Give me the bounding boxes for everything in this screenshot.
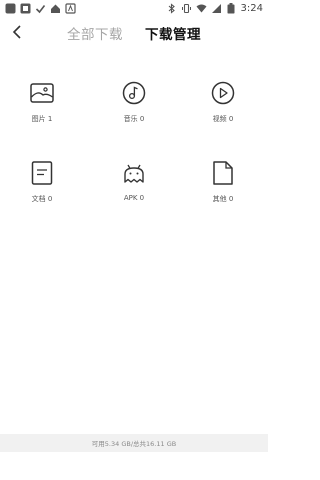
bluetooth-icon (166, 2, 177, 14)
vibrate-icon (181, 3, 192, 14)
category-images[interactable]: 图片 1 (12, 80, 72, 124)
chevron-left-icon (12, 25, 21, 39)
category-label: 文档 0 (31, 195, 53, 203)
file-icon (210, 160, 236, 186)
category-music[interactable]: 音乐 0 (104, 80, 164, 124)
category-label: 视频 0 (212, 115, 234, 123)
battery-icon (226, 2, 237, 14)
category-label: APK 0 (123, 194, 145, 202)
category-label: 图片 1 (31, 115, 53, 123)
category-label: 其他 0 (212, 195, 234, 203)
category-apk[interactable]: APK 0 (104, 160, 164, 202)
home-icon (50, 3, 61, 14)
category-label: 音乐 0 (123, 115, 145, 123)
app-icon (5, 3, 16, 14)
wifi-icon (196, 3, 207, 14)
storage-info: 可用5.34 GB/总共16.11 GB (91, 440, 177, 448)
category-video[interactable]: 视频 0 (193, 80, 253, 124)
music-icon (121, 80, 147, 106)
tab-all-downloads[interactable]: 全部下载 (67, 23, 123, 43)
storage-footer: 可用5.34 GB/总共16.11 GB (0, 434, 268, 452)
shield-icon (65, 2, 76, 14)
header: 全部下载 下载管理 (0, 18, 268, 46)
status-bar: 3:24 (0, 0, 268, 16)
tab-download-management[interactable]: 下载管理 (145, 23, 201, 43)
status-bar-left (5, 2, 76, 14)
image-icon (29, 80, 55, 106)
category-others[interactable]: 其他 0 (193, 160, 253, 204)
category-documents[interactable]: 文档 0 (12, 160, 72, 204)
status-time: 3:24 (240, 2, 263, 14)
back-button[interactable] (6, 20, 28, 44)
status-bar-right: 3:24 (166, 2, 263, 14)
signal-icon (211, 3, 222, 14)
document-icon (29, 160, 55, 186)
android-icon (121, 160, 147, 186)
video-icon (210, 80, 236, 106)
check-icon (35, 3, 46, 14)
gallery-icon (20, 3, 31, 14)
